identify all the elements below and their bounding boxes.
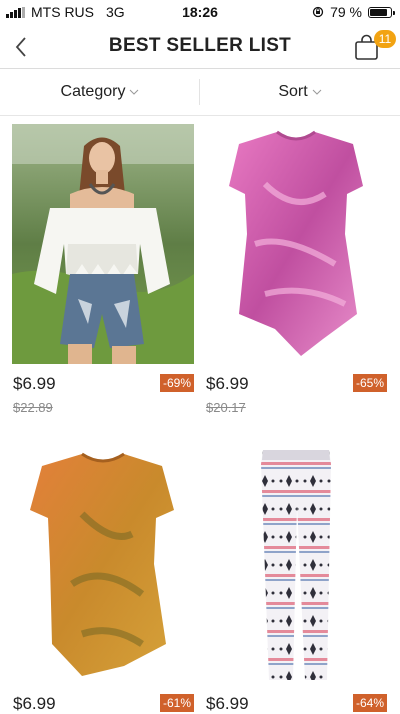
product-original-price: $22.89 — [13, 400, 53, 415]
product-price: $6.99 — [13, 694, 56, 713]
product-image[interactable] — [12, 444, 194, 684]
product-card[interactable]: $6.99 -61% — [12, 444, 194, 713]
sort-filter[interactable]: Sort — [200, 69, 400, 115]
discount-badge: -64% — [352, 694, 387, 712]
product-card[interactable]: $6.99 $20.17 -65% — [205, 124, 387, 415]
sort-filter-label: Sort — [278, 83, 308, 100]
status-bar: MTS RUS 3G 18:26 79 % — [0, 0, 400, 24]
cart-count-badge: 11 — [374, 30, 396, 48]
orientation-lock-icon — [312, 6, 324, 18]
category-filter[interactable]: Category — [0, 69, 200, 115]
product-price: $6.99 — [206, 694, 249, 713]
page-title: BEST SELLER LIST — [108, 35, 292, 56]
discount-badge: -65% — [352, 374, 387, 392]
category-filter-label: Category — [60, 83, 126, 100]
filter-bar: Category Sort — [0, 69, 400, 116]
discount-badge: -61% — [159, 694, 194, 712]
product-image[interactable] — [205, 444, 387, 684]
product-image[interactable] — [12, 124, 194, 364]
chevron-down-icon — [312, 89, 322, 95]
battery-percent: 79 % — [330, 4, 362, 20]
discount-badge: -69% — [159, 374, 194, 392]
navigation-bar: BEST SELLER LIST 11 — [0, 24, 400, 69]
product-image[interactable] — [205, 124, 387, 364]
product-price: $6.99 — [13, 374, 56, 393]
product-price: $6.99 — [206, 374, 249, 393]
chevron-down-icon — [130, 89, 139, 95]
product-card[interactable]: $6.99 $22.89 -69% — [12, 124, 194, 415]
cart-button[interactable]: 11 — [352, 30, 396, 64]
filter-divider — [199, 79, 200, 105]
product-original-price: $20.17 — [206, 400, 246, 415]
product-card[interactable]: $6.99 -64% — [205, 444, 387, 713]
battery-icon — [368, 6, 395, 18]
